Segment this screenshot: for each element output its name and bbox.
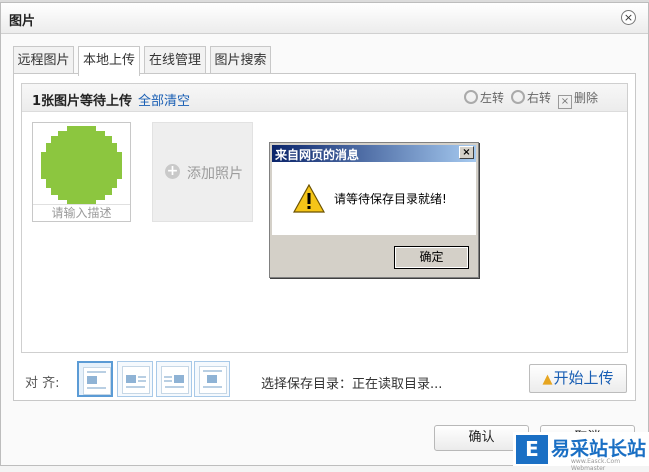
green-circle-image [41, 126, 122, 205]
rotate-left-label: 左转 [480, 91, 505, 105]
alert-titlebar: 来自网页的消息 × [272, 145, 476, 162]
align-left-preview [122, 366, 150, 394]
alert-title: 来自网页的消息 [275, 148, 360, 162]
dialog-titlebar: 图片 × [1, 3, 648, 34]
tab-online-manage[interactable]: 在线管理 [144, 46, 206, 74]
clear-all-link[interactable]: 全部清空 [138, 90, 190, 109]
delete-icon: × [558, 95, 572, 109]
queue-toolbar: 1张图片等待上传 全部清空 左转 右转 × 删除 [22, 84, 627, 112]
alert-body: 请等待保存目录就绪! [272, 162, 476, 235]
watermark-logo: E [516, 435, 548, 464]
image-dialog: 图片 × 远程图片 本地上传 在线管理 图片搜索 1张图片等待上传 全部清空 左… [0, 2, 649, 466]
align-left-option[interactable] [117, 361, 153, 397]
rotate-right-label: 右转 [527, 91, 552, 105]
warning-icon [293, 184, 325, 213]
close-icon[interactable]: × [621, 10, 636, 25]
alert-close-icon[interactable]: × [459, 146, 474, 159]
tab-remote-image[interactable]: 远程图片 [13, 46, 74, 74]
add-photo-button[interactable]: + 添加照片 [152, 122, 253, 222]
align-center-preview [199, 366, 227, 394]
align-center-option[interactable] [194, 361, 230, 397]
upload-icon: ▲ [542, 372, 553, 387]
tab-image-search[interactable]: 图片搜索 [210, 46, 271, 74]
rotate-right-icon [511, 90, 525, 104]
alert-dialog: 来自网页的消息 × 请等待保存目录就绪! 确定 [269, 142, 479, 278]
start-upload-button[interactable]: ▲开始上传 [529, 364, 627, 393]
save-directory-status: 选择保存目录：正在读取目录... [261, 377, 443, 392]
watermark-name: 易采站长站 [551, 438, 647, 460]
image-thumbnail[interactable]: 请输入描述 [32, 122, 131, 222]
alert-ok-button[interactable]: 确定 [394, 246, 469, 269]
tab-local-upload[interactable]: 本地上传 [78, 46, 140, 76]
plus-icon: + [165, 163, 180, 179]
align-none-preview [83, 367, 111, 395]
watermark-subtitle: www.Easck.Com Webmaster [571, 458, 621, 472]
align-none-option[interactable] [77, 361, 113, 397]
delete-label: 删除 [574, 91, 599, 105]
align-right-preview [161, 366, 189, 394]
site-watermark: E 易采站长站 www.Easck.Com Webmaster [513, 432, 649, 472]
alert-message: 请等待保存目录就绪! [334, 192, 447, 206]
dialog-title: 图片 [9, 14, 36, 29]
add-photo-label: 添加照片 [187, 166, 243, 182]
align-right-option[interactable] [156, 361, 192, 397]
rotate-left-icon [464, 90, 478, 104]
queue-status: 1张图片等待上传 [32, 94, 133, 109]
rotate-right-button[interactable]: 右转 [511, 89, 551, 106]
align-label: 对 齐: [25, 376, 60, 391]
rotate-left-button[interactable]: 左转 [464, 89, 504, 106]
image-description-input[interactable]: 请输入描述 [33, 204, 130, 221]
delete-button[interactable]: × 删除 [558, 89, 598, 109]
start-upload-label: 开始上传 [553, 369, 614, 387]
